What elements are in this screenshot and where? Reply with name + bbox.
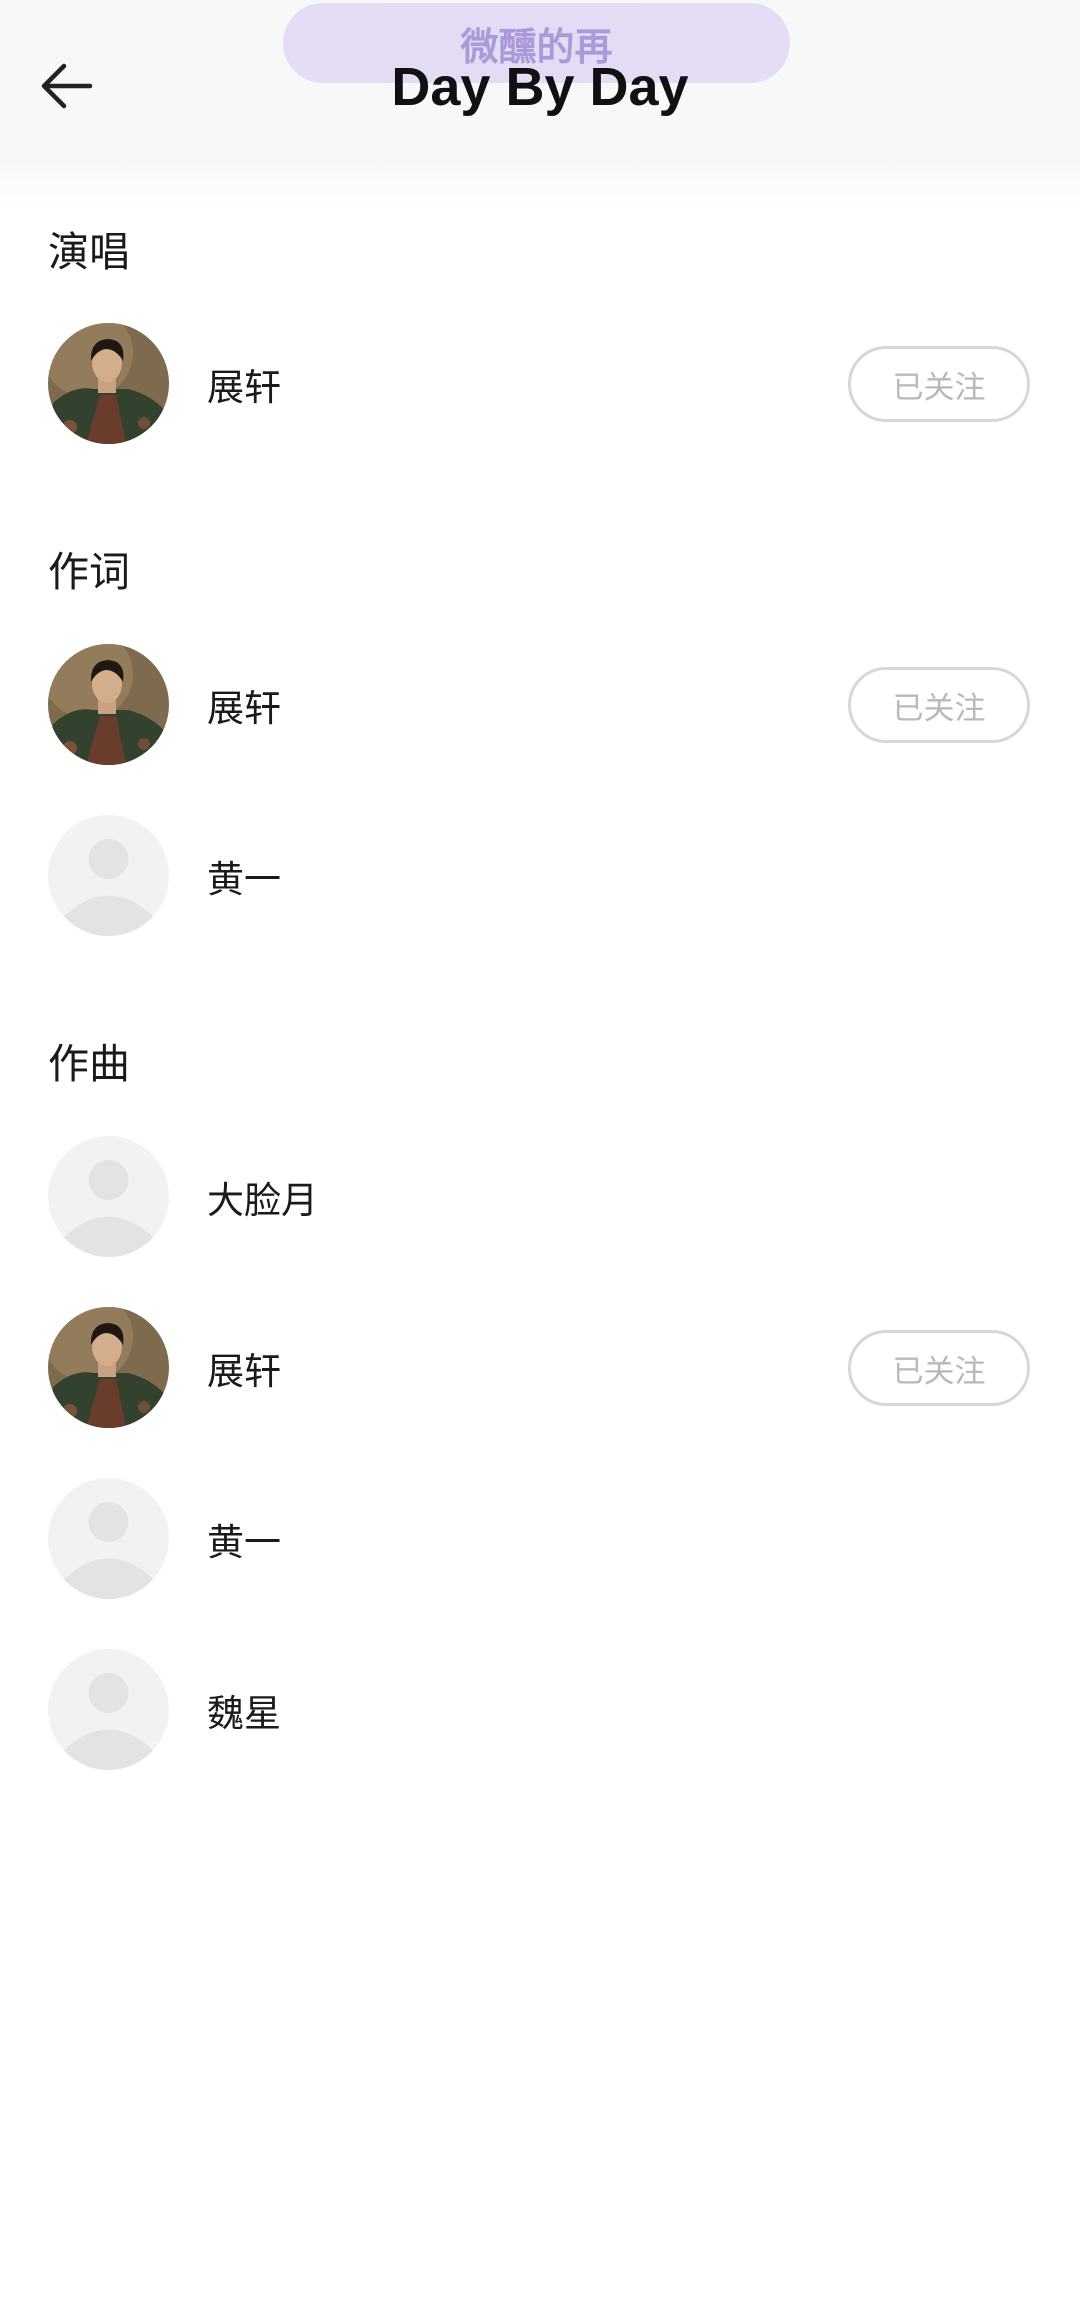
- header-shadow: [0, 155, 1080, 210]
- artist-row[interactable]: 展轩 已关注: [0, 1293, 1080, 1443]
- artist-row[interactable]: 魏星: [0, 1635, 1080, 1785]
- avatar-photo: [48, 1307, 169, 1428]
- artist-row[interactable]: 展轩 已关注: [0, 630, 1080, 780]
- avatar-placeholder: [48, 815, 169, 936]
- artist-name: 展轩: [207, 366, 281, 409]
- followed-button[interactable]: 已关注: [848, 346, 1030, 422]
- artist-name: 大脸月: [207, 1179, 318, 1222]
- artist-name: 展轩: [207, 1350, 281, 1393]
- followed-button[interactable]: 已关注: [848, 1330, 1030, 1406]
- avatar-photo: [48, 323, 169, 444]
- artist-name: 展轩: [207, 687, 281, 730]
- page-title: Day By Day: [391, 57, 689, 117]
- artist-name: 魏星: [207, 1692, 281, 1735]
- section-label-lyricist: 作词: [48, 548, 130, 596]
- artist-row[interactable]: 展轩 已关注: [0, 309, 1080, 459]
- avatar-photo: [48, 644, 169, 765]
- avatar-placeholder: [48, 1649, 169, 1770]
- artist-name: 黄一: [207, 1521, 281, 1564]
- avatar-placeholder: [48, 1478, 169, 1599]
- artist-row[interactable]: 大脸月: [0, 1122, 1080, 1272]
- followed-button[interactable]: 已关注: [848, 667, 1030, 743]
- avatar-placeholder: [48, 1136, 169, 1257]
- artist-row[interactable]: 黄一: [0, 1464, 1080, 1614]
- section-label-singer: 演唱: [48, 228, 130, 276]
- section-label-composer: 作曲: [48, 1040, 130, 1088]
- artist-row[interactable]: 黄一: [0, 801, 1080, 951]
- artist-name: 黄一: [207, 858, 281, 901]
